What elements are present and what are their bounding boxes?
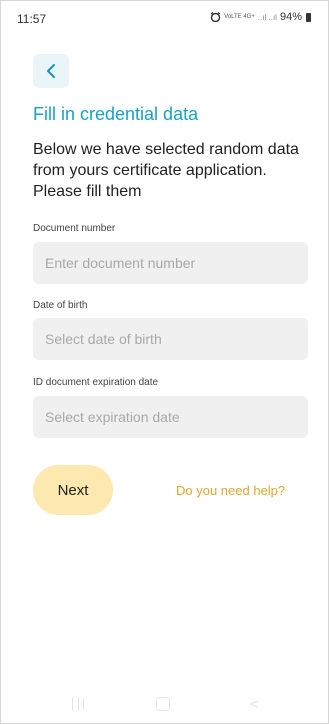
status-bar: 11:57 VoLTE 4G+ ..ıl ..ıl 94% — [0, 0, 329, 32]
page-title: Fill in credential data — [33, 104, 199, 124]
home-icon[interactable] — [156, 697, 170, 711]
document-number-label: Document number — [33, 223, 116, 234]
back-button[interactable] — [33, 54, 69, 88]
recents-icon[interactable] — [72, 698, 84, 710]
nav-back-icon[interactable]: < — [250, 696, 259, 713]
status-time: 11:57 — [17, 12, 47, 26]
expiration-date-field[interactable] — [33, 396, 308, 438]
alarm-icon — [210, 12, 221, 22]
network-type-label: VoLTE 4G+ — [224, 14, 255, 20]
date-of-birth-label: Date of birth — [33, 300, 88, 311]
intro-text: Below we have selected random data from … — [33, 141, 299, 200]
date-of-birth-field[interactable] — [33, 318, 308, 360]
document-number-input[interactable] — [33, 242, 308, 284]
chevron-left-icon — [47, 64, 55, 78]
battery-icon — [306, 12, 311, 22]
signal-icon: ..ıl ..ıl — [257, 12, 277, 22]
battery-percent: 94% — [279, 11, 302, 23]
status-indicators: VoLTE 4G+ ..ıl ..ıl 94% — [210, 11, 311, 23]
next-button[interactable]: Next — [33, 465, 113, 515]
navigation-bar: < — [0, 684, 329, 724]
expiration-date-label: ID document expiration date — [33, 377, 159, 388]
help-link[interactable]: Do you need help? — [176, 483, 285, 498]
